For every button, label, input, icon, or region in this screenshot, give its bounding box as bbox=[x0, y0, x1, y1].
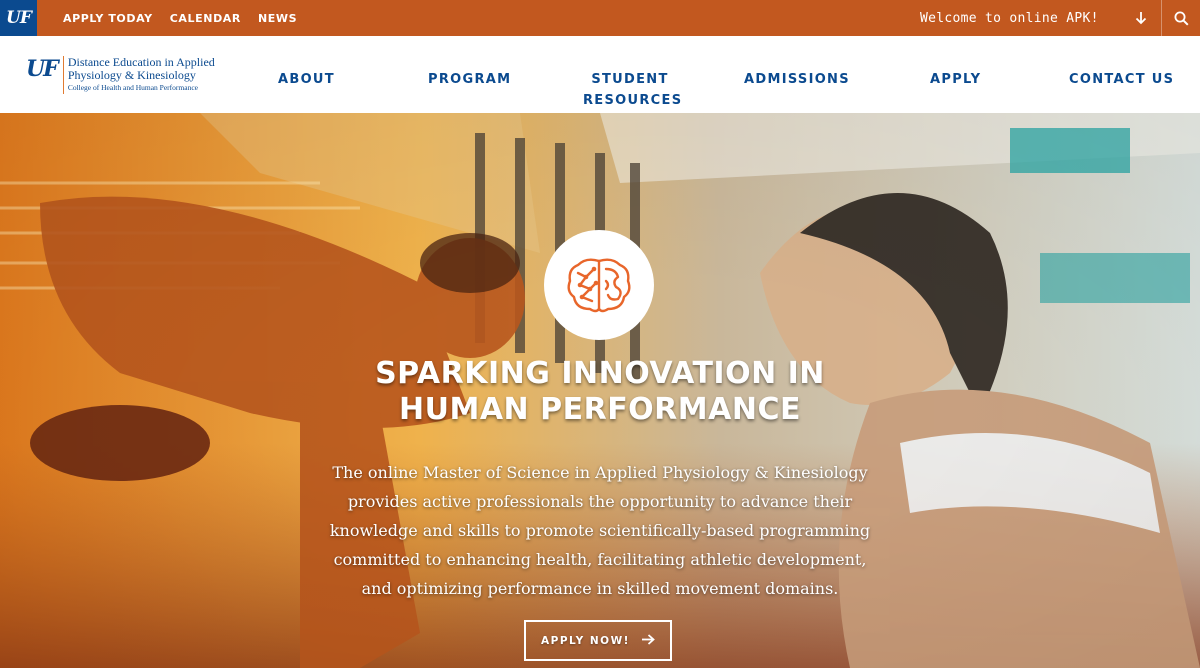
nav-apply[interactable]: APPLY bbox=[930, 69, 981, 90]
logo-line-3: College of Health and Human Performance bbox=[67, 83, 198, 92]
hero-text-line-1: The online Master of Science in Applied … bbox=[332, 463, 868, 482]
uf-badge-logo[interactable]: UF bbox=[0, 0, 37, 36]
arrow-down-icon[interactable] bbox=[1132, 0, 1150, 36]
welcome-message[interactable]: Welcome to online APK! bbox=[920, 0, 1099, 36]
main-navigation: UF Distance Education in Applied Physiol… bbox=[0, 36, 1200, 113]
hero-text-line-3: knowledge and skills to promote scientif… bbox=[329, 521, 871, 540]
hero-title-line-2: HUMAN PERFORMANCE bbox=[399, 392, 801, 427]
site-logo[interactable]: UF Distance Education in Applied Physiol… bbox=[26, 56, 215, 94]
apply-now-button[interactable]: APPLY NOW! bbox=[524, 620, 672, 661]
nav-about[interactable]: ABOUT bbox=[278, 69, 335, 90]
arrow-right-icon bbox=[641, 633, 655, 649]
hero-text-line-5: and optimizing performance in skilled mo… bbox=[361, 579, 839, 598]
logo-mark: UF bbox=[26, 56, 59, 82]
search-icon bbox=[1174, 11, 1189, 26]
nav-contact-us[interactable]: CONTACT US bbox=[1069, 69, 1174, 90]
apply-now-label: APPLY NOW! bbox=[541, 634, 630, 647]
logo-text: Distance Education in Applied Physiology… bbox=[62, 56, 215, 94]
apply-today-link[interactable]: APPLY TODAY bbox=[63, 12, 153, 25]
hero-text-line-4: committed to enhancing health, facilitat… bbox=[333, 550, 867, 569]
hero-description: The online Master of Science in Applied … bbox=[325, 458, 875, 603]
brain-icon bbox=[567, 258, 631, 313]
logo-line-2: Physiology & Kinesiology bbox=[67, 68, 196, 82]
hero-icon-circle bbox=[544, 230, 654, 340]
news-link[interactable]: NEWS bbox=[258, 12, 297, 25]
search-button[interactable] bbox=[1161, 0, 1200, 36]
calendar-link[interactable]: CALENDAR bbox=[170, 12, 241, 25]
top-links: APPLY TODAY CALENDAR NEWS bbox=[63, 12, 314, 25]
hero-title: SPARKING INNOVATION IN HUMAN PERFORMANCE bbox=[300, 356, 900, 428]
nav-admissions[interactable]: ADMISSIONS bbox=[744, 69, 850, 90]
nav-student-resources-line-1: STUDENT bbox=[591, 72, 669, 87]
hero-title-line-1: SPARKING INNOVATION IN bbox=[375, 356, 825, 391]
hero-banner: SPARKING INNOVATION IN HUMAN PERFORMANCE… bbox=[0, 113, 1200, 668]
hero-text-line-2: provides active professionals the opport… bbox=[347, 492, 853, 511]
nav-program[interactable]: PROGRAM bbox=[428, 69, 511, 90]
nav-student-resources-line-2: RESOURCES bbox=[583, 93, 683, 108]
nav-student-resources[interactable]: STUDENT RESOURCES bbox=[583, 69, 683, 111]
